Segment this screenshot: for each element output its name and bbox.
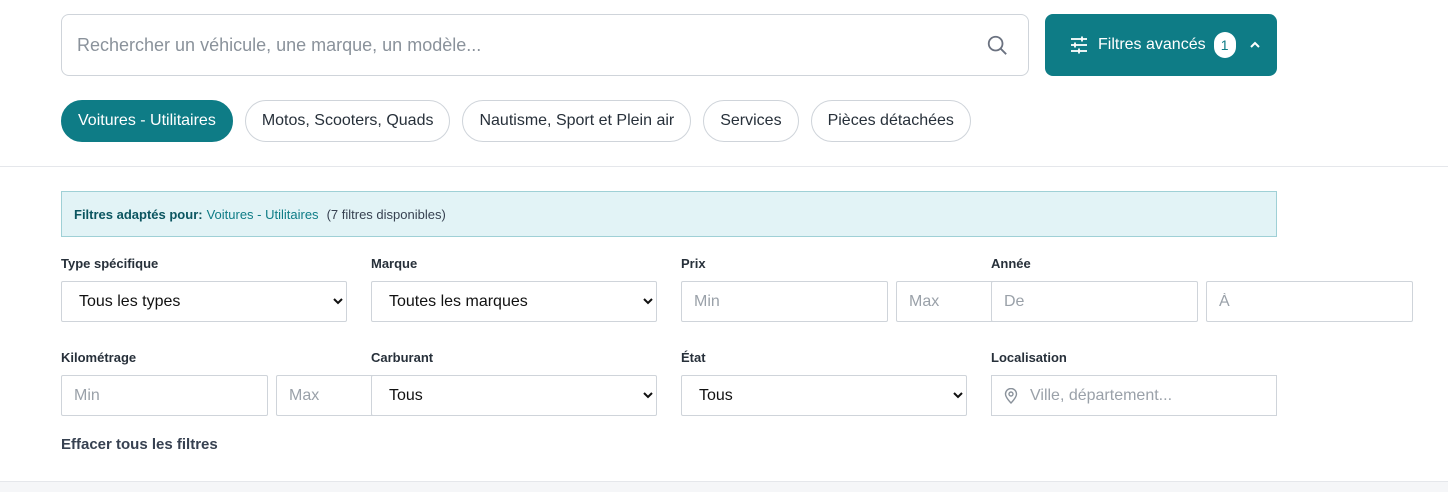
info-category: Voitures - Utilitaires bbox=[206, 206, 319, 222]
search-icon[interactable] bbox=[986, 34, 1008, 56]
info-filter-count: (7 filtres disponibles) bbox=[326, 206, 446, 222]
clear-filters-link[interactable]: Effacer tous les filtres bbox=[61, 436, 218, 453]
tab-voitures-utilitaires[interactable]: Voitures - Utilitaires bbox=[61, 100, 233, 142]
mileage-label: Kilométrage bbox=[61, 350, 137, 365]
search-header: Filtres avancés 1 Voitures - Utilitaires… bbox=[0, 0, 1448, 167]
filter-count-badge: 1 bbox=[1213, 32, 1236, 58]
price-max-input[interactable] bbox=[896, 281, 1006, 322]
filters-info-banner: Filtres adaptés pour: Voitures - Utilita… bbox=[61, 191, 1277, 237]
price-min-input[interactable] bbox=[681, 281, 888, 322]
condition-select[interactable]: Tous bbox=[681, 375, 967, 416]
condition-label: État bbox=[681, 350, 706, 365]
fuel-select[interactable]: Tous bbox=[371, 375, 657, 416]
map-pin-icon bbox=[1004, 388, 1018, 404]
tab-nautisme-sport-plein-air[interactable]: Nautisme, Sport et Plein air bbox=[462, 100, 692, 142]
location-field[interactable] bbox=[991, 375, 1277, 416]
type-label: Type spécifique bbox=[61, 256, 159, 271]
year-from-input[interactable] bbox=[991, 281, 1198, 322]
year-to-input[interactable] bbox=[1206, 281, 1413, 322]
mileage-min-input[interactable] bbox=[61, 375, 268, 416]
tab-services[interactable]: Services bbox=[703, 100, 799, 142]
tab-pieces-detachees[interactable]: Pièces détachées bbox=[810, 100, 971, 142]
type-select[interactable]: Tous les types bbox=[61, 281, 347, 322]
divider bbox=[0, 481, 1448, 492]
advanced-filters-button[interactable]: Filtres avancés 1 bbox=[1045, 14, 1277, 76]
chevron-up-icon bbox=[1249, 41, 1260, 48]
info-prefix: Filtres adaptés pour: bbox=[74, 206, 203, 222]
advanced-filters-label: Filtres avancés bbox=[1098, 36, 1206, 53]
year-label: Année bbox=[991, 256, 1031, 271]
fuel-label: Carburant bbox=[371, 350, 434, 365]
search-box[interactable] bbox=[61, 14, 1029, 76]
category-tabs: Voitures - Utilitaires Motos, Scooters, … bbox=[61, 100, 983, 142]
search-input[interactable] bbox=[77, 15, 957, 75]
brand-select[interactable]: Toutes les marques bbox=[371, 281, 657, 322]
brand-label: Marque bbox=[371, 256, 418, 271]
location-input[interactable] bbox=[1030, 376, 1270, 415]
sliders-icon bbox=[1071, 36, 1087, 54]
tab-motos-scooters-quads[interactable]: Motos, Scooters, Quads bbox=[244, 100, 451, 142]
location-label: Localisation bbox=[991, 350, 1067, 365]
price-label: Prix bbox=[681, 256, 706, 271]
